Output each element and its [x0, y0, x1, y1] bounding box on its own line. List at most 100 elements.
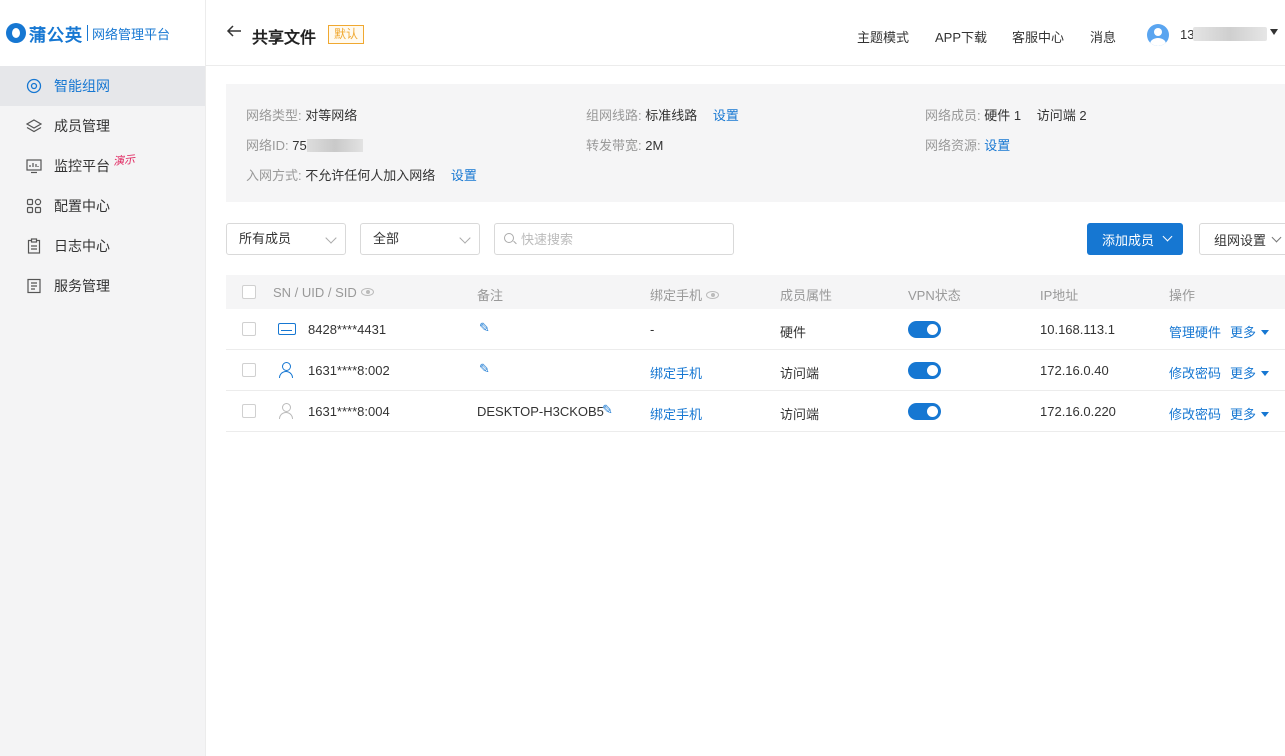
edit-note-icon[interactable]: ✎	[602, 403, 614, 416]
member-type: 访问端	[780, 407, 820, 422]
select-all-checkbox[interactable]	[242, 285, 256, 299]
info-value: 对等网络	[305, 108, 358, 123]
more-menu[interactable]: 更多	[1230, 404, 1270, 423]
network-settings-label: 组网设置	[1214, 232, 1267, 248]
network-type: 网络类型: 对等网络	[246, 105, 357, 124]
messages-link[interactable]: 消息	[1090, 27, 1116, 46]
app-download-link[interactable]: APP下载	[935, 27, 987, 46]
brand-logo[interactable]: 蒲公英 网络管理平台	[0, 0, 205, 66]
member-id: 8428****4431	[308, 322, 387, 337]
table-header: SN / UID / SID 备注 绑定手机 成员属性 VPN状态 IP地址 操…	[226, 275, 1285, 309]
route-settings-link[interactable]: 设置	[713, 108, 739, 123]
table-row: 8428****4431 ✎ - 硬件 10.168.113.1 管理硬件 更多	[226, 309, 1285, 350]
sidebar-item-label: 监控平台	[54, 158, 110, 174]
info-label: 转发带宽:	[586, 138, 642, 153]
grid-icon	[26, 198, 42, 214]
forward-bandwidth: 转发带宽: 2M	[586, 135, 663, 154]
caret-down-icon	[1261, 412, 1270, 417]
row-checkbox[interactable]	[242, 363, 256, 377]
sidebar-item-label: 配置中心	[54, 198, 110, 214]
ip-address: 172.16.0.40	[1040, 363, 1109, 378]
column-header-label: SN / UID / SID	[273, 285, 357, 300]
sidebar-item-config[interactable]: 配置中心	[0, 186, 205, 226]
document-icon	[26, 278, 42, 294]
column-header: 绑定手机	[650, 285, 720, 304]
default-badge: 默认	[328, 25, 365, 44]
back-arrow-icon[interactable]	[226, 23, 244, 41]
add-member-button[interactable]: 添加成员	[1087, 223, 1183, 255]
member-filter-select[interactable]: 所有成员	[226, 223, 346, 255]
sidebar-item-label: 成员管理	[54, 118, 110, 134]
brand-name: 蒲公英	[29, 25, 83, 45]
sidebar-item-monitor[interactable]: 监控平台 演示	[0, 146, 205, 186]
info-label: 入网方式:	[246, 168, 302, 183]
sidebar-item-label: 服务管理	[54, 278, 110, 294]
network-id-redacted	[306, 139, 363, 152]
chevron-down-icon	[1271, 232, 1282, 243]
row-checkbox[interactable]	[242, 322, 256, 336]
member-note: DESKTOP-H3CKOB5	[477, 404, 604, 419]
member-type: 访问端	[780, 366, 820, 381]
sidebar-item-services[interactable]: 服务管理	[0, 266, 205, 306]
table-row: 1631****8:004 DESKTOP-H3CKOB5 ✎ 绑定手机 访问端…	[226, 391, 1285, 432]
change-password-link[interactable]: 修改密码	[1169, 363, 1221, 382]
column-header: SN / UID / SID	[273, 285, 374, 300]
column-header: 操作	[1169, 288, 1196, 303]
edit-note-icon[interactable]: ✎	[479, 321, 491, 334]
join-settings-link[interactable]: 设置	[451, 168, 477, 183]
ip-address: 172.16.0.220	[1040, 404, 1116, 419]
column-header: 成员属性	[780, 288, 833, 303]
change-password-link[interactable]: 修改密码	[1169, 404, 1221, 423]
more-label: 更多	[1230, 366, 1257, 381]
sidebar-item-network[interactable]: 智能组网	[0, 66, 205, 106]
column-header: IP地址	[1040, 288, 1079, 303]
ip-address: 10.168.113.1	[1040, 322, 1115, 337]
chevron-down-icon	[459, 232, 471, 244]
row-checkbox[interactable]	[242, 404, 256, 418]
vpn-toggle[interactable]	[908, 403, 941, 420]
sidebar-item-label: 日志中心	[54, 238, 110, 254]
vpn-toggle[interactable]	[908, 362, 941, 379]
vpn-toggle[interactable]	[908, 321, 941, 338]
network-id: 网络ID: 75	[246, 135, 363, 154]
support-center-link[interactable]: 客服中心	[1012, 27, 1064, 46]
demo-tag: 演示	[112, 153, 136, 169]
table-row: 1631****8:002 ✎ 绑定手机 访问端 172.16.0.40 修改密…	[226, 350, 1285, 391]
members-hardware-count: 硬件 1	[984, 108, 1022, 123]
bind-phone-link[interactable]: 绑定手机	[650, 363, 702, 382]
info-value: 75	[292, 138, 307, 153]
join-method: 入网方式: 不允许任何人加入网络 设置	[246, 165, 477, 184]
user-icon	[279, 362, 293, 378]
status-filter-value: 全部	[373, 231, 400, 246]
caret-down-icon[interactable]	[1270, 29, 1278, 35]
member-filter-value: 所有成员	[239, 231, 292, 246]
more-label: 更多	[1230, 325, 1257, 340]
manage-hardware-link[interactable]: 管理硬件	[1169, 322, 1221, 341]
eye-icon[interactable]	[706, 291, 720, 299]
search-input[interactable]	[494, 223, 734, 255]
column-header: 备注	[477, 288, 504, 303]
page-title: 共享文件	[252, 30, 317, 47]
bind-phone-link[interactable]: 绑定手机	[650, 404, 702, 423]
caret-down-icon	[1261, 371, 1270, 376]
caret-down-icon	[1261, 330, 1270, 335]
edit-note-icon[interactable]: ✎	[479, 362, 491, 375]
more-menu[interactable]: 更多	[1230, 322, 1270, 341]
chevron-down-icon	[325, 232, 337, 244]
network-settings-button[interactable]: 组网设置	[1199, 223, 1285, 255]
status-filter-select[interactable]: 全部	[360, 223, 480, 255]
info-label: 组网线路:	[586, 108, 642, 123]
more-menu[interactable]: 更多	[1230, 363, 1270, 382]
device-icon	[278, 323, 296, 335]
sidebar-item-members[interactable]: 成员管理	[0, 106, 205, 146]
avatar[interactable]	[1147, 24, 1169, 46]
eye-icon[interactable]	[360, 288, 374, 296]
theme-mode-link[interactable]: 主题模式	[857, 27, 909, 46]
resources-settings-link[interactable]: 设置	[984, 138, 1010, 153]
info-label: 网络类型:	[246, 108, 302, 123]
user-account-redacted	[1193, 27, 1267, 41]
network-route: 组网线路: 标准线路 设置	[586, 105, 739, 124]
sidebar-item-logs[interactable]: 日志中心	[0, 226, 205, 266]
brand-divider	[87, 25, 88, 41]
add-member-label: 添加成员	[1102, 232, 1155, 248]
